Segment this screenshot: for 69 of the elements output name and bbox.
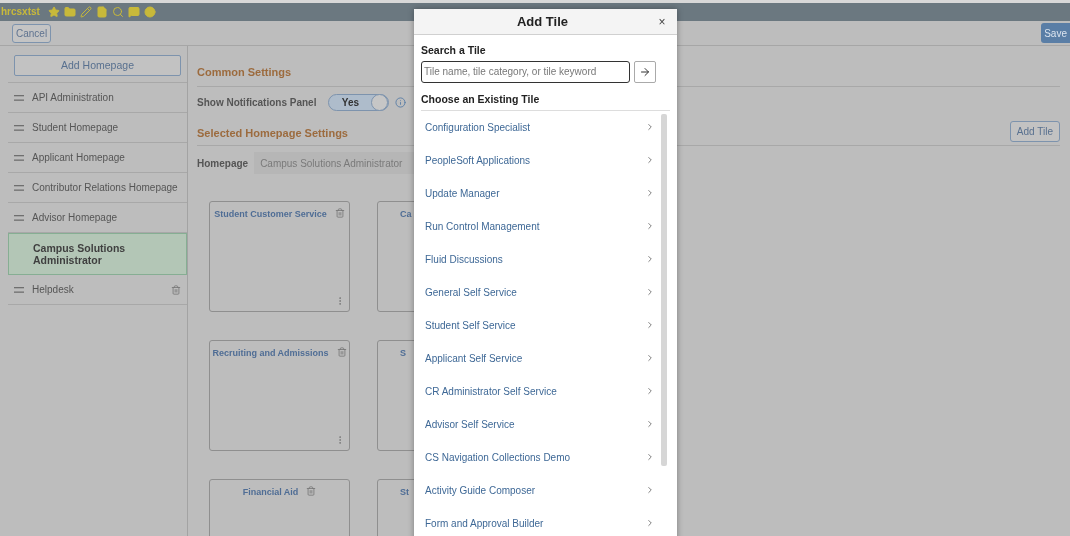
search-field[interactable]: Tile name, tile category, or tile keyword [421, 60, 630, 83]
search-icon[interactable] [111, 6, 124, 18]
drag-handle-icon[interactable] [14, 94, 24, 101]
drag-handle-icon[interactable] [14, 124, 24, 131]
trash-icon[interactable] [306, 486, 317, 496]
star-icon[interactable] [47, 6, 60, 18]
drag-handle-icon[interactable] [14, 184, 24, 191]
chevron-right-icon [645, 287, 655, 297]
chevron-right-icon [645, 419, 655, 429]
tile-list-item[interactable]: CR Administrator Self Service [421, 374, 661, 408]
chevron-right-icon [645, 221, 655, 231]
chevron-right-icon [645, 188, 655, 198]
folder-icon[interactable] [63, 6, 76, 18]
chevron-right-icon [645, 518, 655, 528]
chevron-right-icon [645, 353, 655, 363]
info-icon[interactable] [395, 97, 407, 108]
arrow-right-icon [639, 65, 651, 78]
tile-list-item[interactable]: General Self Service [421, 275, 661, 309]
chevron-right-icon [645, 122, 655, 132]
chevron-right-icon [645, 320, 655, 330]
list-title: Choose an Existing Tile [421, 91, 670, 111]
chevron-right-icon [645, 254, 655, 264]
chevron-right-icon [645, 452, 655, 462]
homepage-list-item[interactable]: Contributor Relations Homepage [8, 173, 187, 204]
tile-list-item[interactable]: Form and Approval Builder [421, 506, 661, 536]
tile-list-item[interactable]: Activity Guide Composer [421, 473, 661, 507]
trash-icon[interactable] [171, 284, 181, 295]
homepage-list-item[interactable]: Student Homepage [8, 113, 187, 144]
notifications-label: Show Notifications Panel [197, 96, 317, 110]
tile-title: Ca [400, 208, 412, 221]
pencil-icon[interactable] [79, 6, 92, 18]
tile-list-item[interactable]: Run Control Management [421, 209, 661, 243]
chevron-right-icon [645, 386, 655, 396]
drag-handle-icon[interactable] [14, 154, 24, 161]
homepage-list-item[interactable]: Helpdesk [8, 275, 187, 306]
save-button[interactable]: Save [1041, 23, 1070, 43]
tile-title: Financial Aid [242, 486, 299, 499]
tile-list-item[interactable]: CS Navigation Collections Demo [421, 440, 661, 474]
tile-title: Recruiting and Admissions [212, 347, 329, 360]
notifications-toggle[interactable]: Yes [328, 94, 390, 111]
tile-list-item[interactable]: Applicant Self Service [421, 341, 661, 375]
tile-title: St [400, 486, 409, 499]
tile-list-item[interactable]: Student Self Service [421, 308, 661, 342]
section-title: Selected Homepage Settings [197, 125, 348, 141]
homepage-list-item[interactable]: Applicant Homepage [8, 143, 187, 174]
homepage-label: Homepage [197, 156, 249, 171]
tile-list-item[interactable]: Advisor Self Service [421, 407, 661, 441]
homepage-list-item[interactable]: Campus Solutions Administrator [8, 233, 187, 276]
trash-icon[interactable] [334, 208, 345, 218]
chevron-right-icon [645, 485, 655, 495]
section-title: Common Settings [197, 66, 292, 78]
drag-handle-icon[interactable] [14, 286, 24, 293]
tile-list-item[interactable]: Configuration Specialist [421, 110, 661, 144]
tile-title: S [400, 347, 406, 360]
search-label: Search a Tile [421, 43, 487, 58]
document-icon[interactable] [95, 6, 108, 18]
tile-list-item[interactable]: Update Manager [421, 176, 661, 210]
drag-handle-icon[interactable] [14, 214, 24, 221]
chevron-right-icon [645, 155, 655, 165]
close-button[interactable]: × [653, 12, 671, 31]
search-submit-button[interactable] [634, 60, 656, 83]
dialog-title: Add Tile [515, 12, 569, 31]
scrollbar[interactable] [661, 113, 667, 466]
chat-icon[interactable] [127, 6, 140, 18]
environment-name: hrcsxtst [1, 7, 40, 17]
trash-icon[interactable] [336, 347, 347, 357]
tile-list-item[interactable]: Fluid Discussions [421, 242, 661, 276]
tile-title: Student Customer Service [214, 208, 327, 221]
homepage-list-item[interactable]: API Administration [8, 83, 187, 114]
